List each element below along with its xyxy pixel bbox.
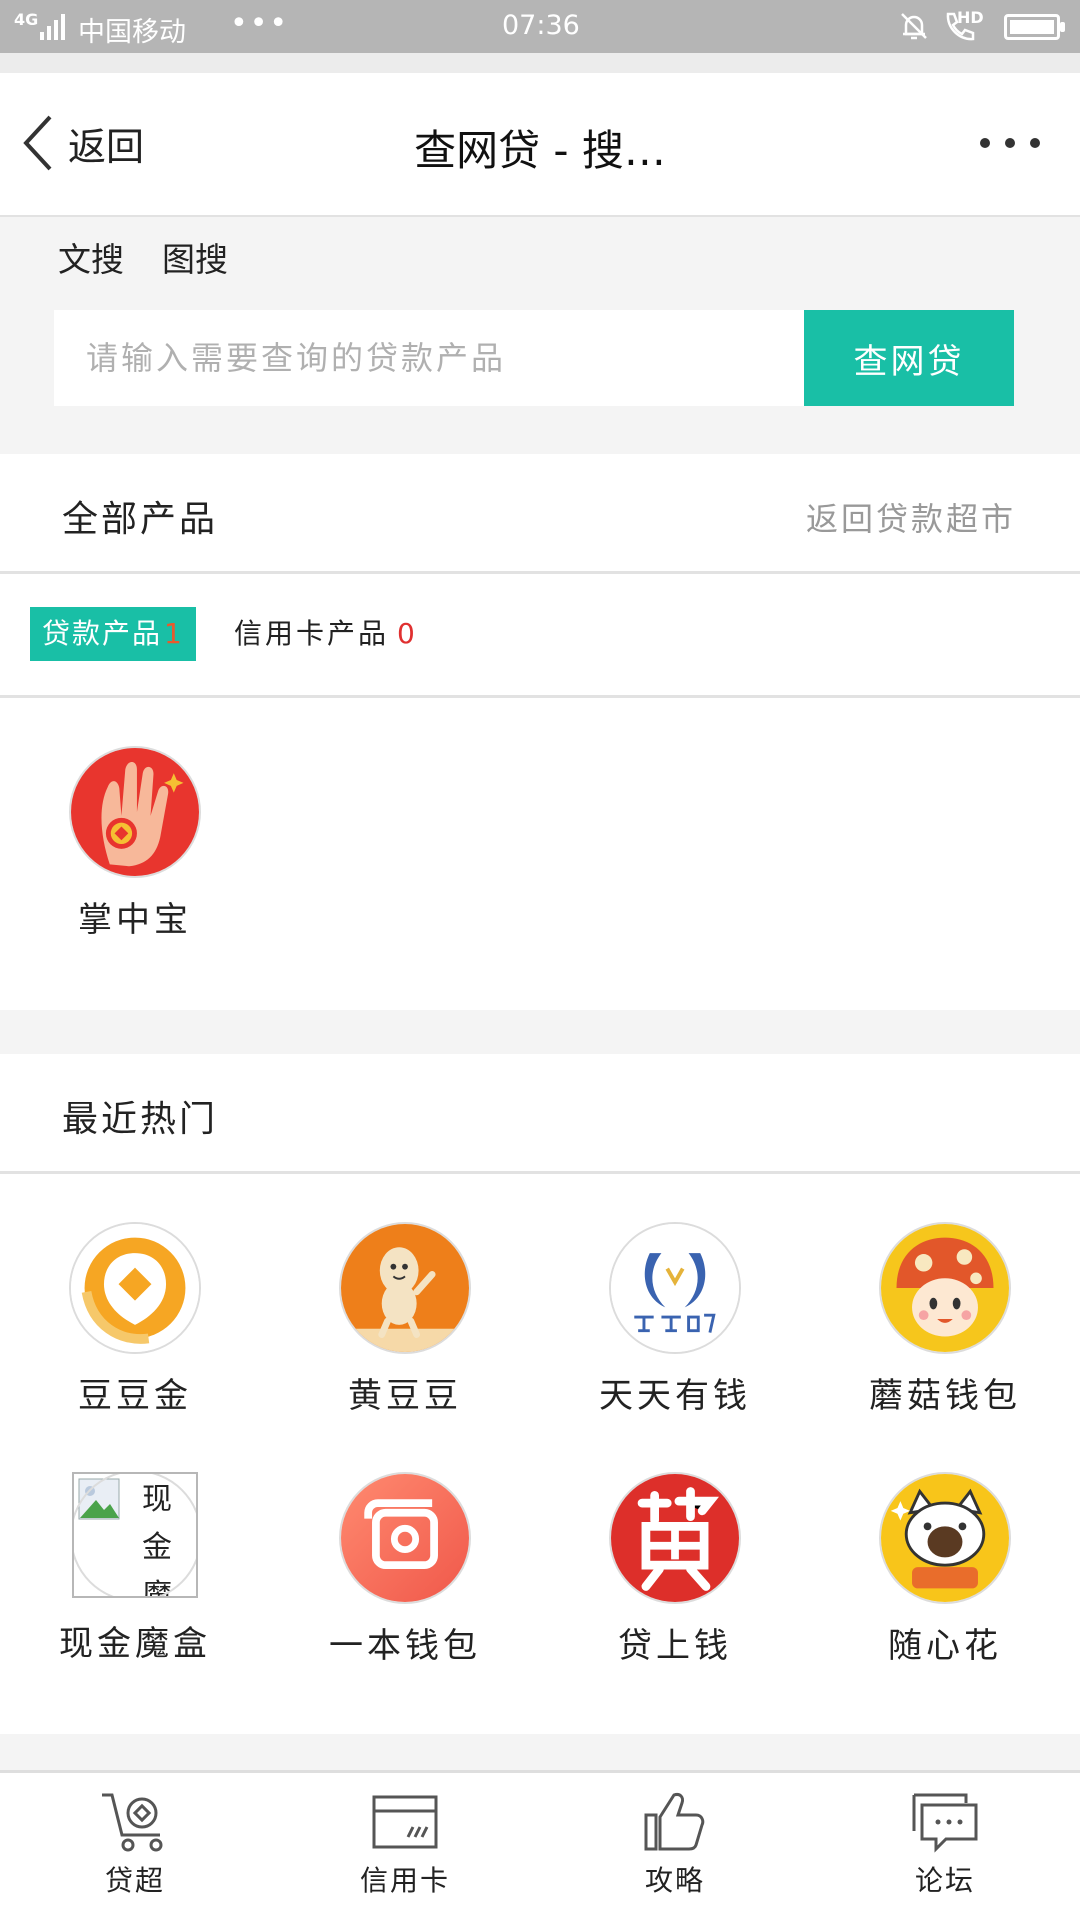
result-item-zhangzhongbao[interactable]: 掌中宝 [35, 746, 235, 941]
hot-item-huangdoudou[interactable]: 黄豆豆 [305, 1222, 505, 1417]
tab-label: 贷超 [104, 1864, 165, 1897]
cat-mascot-icon [879, 1472, 1011, 1604]
hot-item-name: 贷上钱 [618, 1626, 732, 1666]
hot-item-daishangqian[interactable]: 贷上钱 [575, 1472, 775, 1667]
hand-coin-icon [69, 746, 201, 878]
hot-item-name: 现金魔盒 [59, 1624, 211, 1664]
network-type: 4G [14, 10, 39, 29]
result-item-name: 掌中宝 [78, 900, 192, 940]
clock: 07:36 [502, 10, 580, 41]
back-button[interactable]: 返回 [22, 113, 144, 173]
hot-products-header: 最近热门 [0, 1054, 1080, 1174]
tab-loan-label: 贷款产品 [42, 617, 163, 650]
chat-bubble-icon [912, 1793, 978, 1853]
dai-character-icon [609, 1472, 741, 1604]
chevron-left-icon [23, 115, 52, 171]
bottom-tab-bar: 贷超 信用卡 攻略 论坛 [0, 1770, 1080, 1920]
thumbs-up-icon [644, 1793, 705, 1851]
hd-label: HD [957, 8, 984, 27]
signal-icon [40, 14, 65, 40]
section-title-hot: 最近热门 [62, 1099, 219, 1140]
tab-card-label: 信用卡产品 [234, 617, 390, 650]
all-products-panel: 全部产品 返回贷款超市 贷款产品1 信用卡产品 0 掌中宝 [0, 454, 1080, 1010]
hot-item-name: 蘑菇钱包 [869, 1376, 1021, 1416]
hot-item-yibenqianbao[interactable]: 一本钱包 [305, 1472, 505, 1667]
hot-products-panel: 最近热门 豆豆金 黄豆豆 天天有钱 蘑菇钱包 现金魔 现金魔盒 一本钱包 贷上钱… [0, 1054, 1080, 1734]
more-dots-icon [980, 138, 990, 148]
peanut-mascot-icon [339, 1222, 471, 1354]
doudoujin-logo-icon [69, 1222, 201, 1354]
tab-credit-card[interactable]: 信用卡 [325, 1789, 485, 1899]
search-button[interactable]: 查网贷 [804, 310, 1014, 406]
mute-bell-icon [901, 13, 927, 40]
tab-image-search[interactable]: 图搜 [162, 233, 228, 281]
tab-loan-count: 1 [164, 617, 184, 650]
hot-item-name: 一本钱包 [329, 1626, 481, 1666]
tab-guide[interactable]: 攻略 [595, 1789, 755, 1899]
tab-text-search[interactable]: 文搜 [58, 233, 124, 281]
broken-image-icon: 现金魔 [72, 1472, 198, 1598]
hot-item-xianjinmohe[interactable]: 现金魔 现金魔盒 [35, 1472, 235, 1665]
cart-icon [102, 1793, 163, 1852]
hot-item-doudoujin[interactable]: 豆豆金 [35, 1222, 235, 1417]
hot-item-suixinhua[interactable]: 随心花 [845, 1472, 1045, 1667]
credit-card-icon [372, 1795, 438, 1849]
back-to-market-link[interactable]: 返回贷款超市 [806, 494, 1016, 540]
hot-item-name: 天天有钱 [599, 1376, 751, 1416]
search-input[interactable] [54, 310, 806, 406]
page-title: 查网贷 - 搜… [414, 126, 666, 175]
more-menu-button[interactable] [980, 128, 1040, 158]
search-area: 文搜 图搜 查网贷 [0, 217, 1080, 454]
hot-item-moguqianbao[interactable]: 蘑菇钱包 [845, 1222, 1045, 1417]
hot-item-name: 黄豆豆 [348, 1376, 462, 1416]
tab-loan-products[interactable]: 贷款产品1 [30, 607, 196, 661]
tab-label: 攻略 [644, 1864, 705, 1897]
tiantian-logo-icon [609, 1222, 741, 1354]
tab-credit-card-products[interactable]: 信用卡产品 0 [234, 607, 418, 661]
nav-header: 返回 查网贷 - 搜… [0, 73, 1080, 217]
mushroom-mascot-icon [879, 1222, 1011, 1354]
tab-forum[interactable]: 论坛 [865, 1789, 1025, 1899]
hot-item-tiantianyouqian[interactable]: 天天有钱 [575, 1222, 775, 1417]
product-type-tabs: 贷款产品1 信用卡产品 0 [0, 574, 1080, 698]
status-bar: 4G 中国移动 ••• 07:36 HD [0, 0, 1080, 53]
tab-card-count: 0 [397, 617, 418, 650]
back-label: 返回 [68, 124, 145, 169]
status-more-dots: ••• [230, 6, 290, 41]
hot-item-name: 随心花 [888, 1626, 1002, 1666]
tab-loan-market[interactable]: 贷超 [55, 1789, 215, 1899]
all-products-header: 全部产品 返回贷款超市 [0, 454, 1080, 574]
wallet-logo-icon [339, 1472, 471, 1604]
tab-label: 论坛 [914, 1864, 975, 1897]
hot-item-name: 豆豆金 [78, 1376, 192, 1416]
tab-label: 信用卡 [359, 1864, 450, 1897]
search-mode-tabs: 文搜 图搜 [58, 233, 228, 281]
section-title-all-products: 全部产品 [62, 499, 219, 540]
carrier-name: 中国移动 [78, 17, 186, 48]
battery-icon [1004, 14, 1065, 40]
top-spacer [0, 53, 1080, 73]
